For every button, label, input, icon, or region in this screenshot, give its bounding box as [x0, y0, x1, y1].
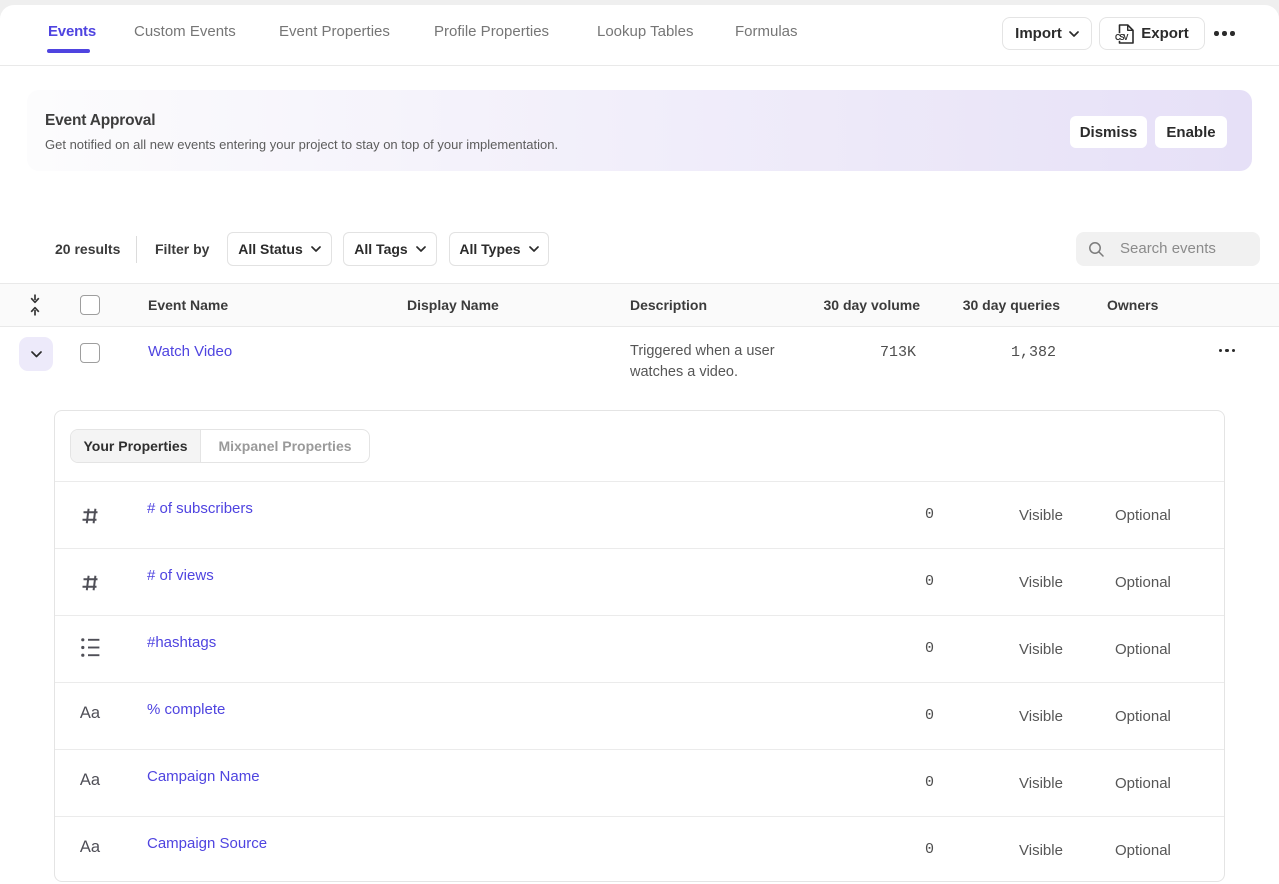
svg-text:CSV: CSV — [1115, 33, 1129, 42]
